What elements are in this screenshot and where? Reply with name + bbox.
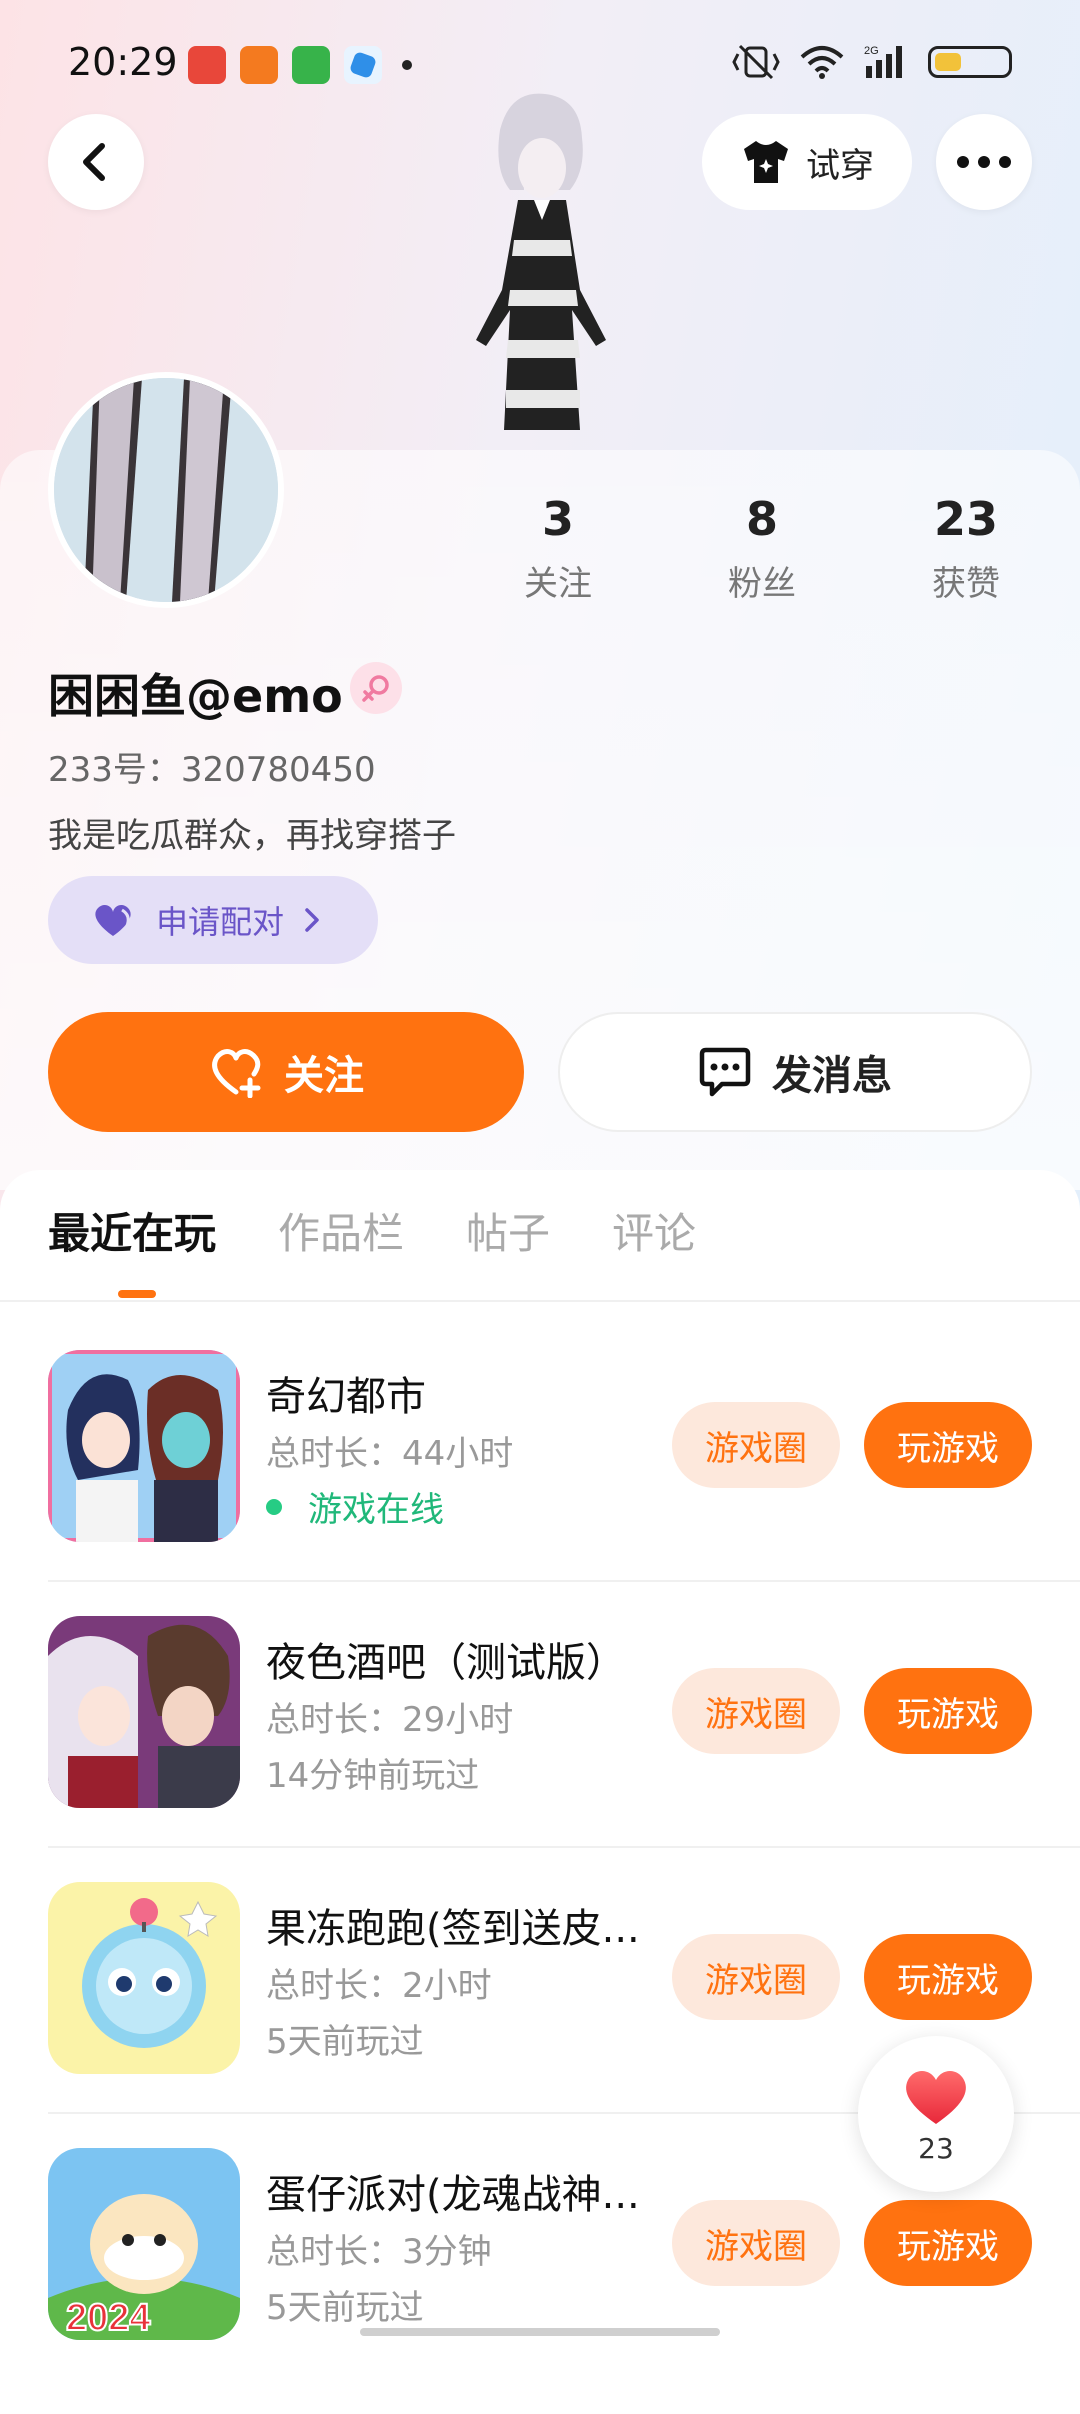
game-last-played: 5天前玩过 xyxy=(266,2288,424,2328)
game-icon: 2024 xyxy=(48,2148,240,2340)
heart-plus-icon xyxy=(212,1049,261,1098)
avatar-image xyxy=(54,378,278,602)
stat-label: 粉丝 xyxy=(728,564,796,604)
chevron-left-icon xyxy=(83,143,105,181)
stat-likes[interactable]: 23 获赞 xyxy=(886,492,1046,605)
svg-text:2G: 2G xyxy=(864,45,879,57)
game-list-item[interactable]: 夜色酒吧（测试版） 总时长：29小时 14分钟前玩过 游戏圈 玩游戏 xyxy=(48,1616,1080,1882)
home-indicator[interactable] xyxy=(360,2328,720,2336)
system-icons: 2G xyxy=(732,44,1012,80)
list-divider xyxy=(48,1846,1080,1848)
status-time: 20:29 xyxy=(68,40,178,84)
game-circle-button[interactable]: 游戏圈 xyxy=(672,1668,840,1754)
stat-label: 获赞 xyxy=(932,564,1000,604)
avatar-character-figure xyxy=(476,93,606,430)
user-bio: 我是吃瓜群众，再找穿搭子 xyxy=(48,816,456,856)
try-on-button[interactable]: 试穿 xyxy=(702,114,912,210)
game-duration: 总时长：44小时 xyxy=(266,1434,514,1474)
game-icon-year-text: 2024 xyxy=(66,2297,151,2339)
game-title: 果冻跑跑(签到送皮... xyxy=(266,1906,640,1952)
more-button[interactable] xyxy=(936,114,1032,210)
play-game-button[interactable]: 玩游戏 xyxy=(864,1668,1032,1754)
profile-avatar[interactable] xyxy=(48,372,284,608)
profile-tabs: 最近在玩 作品栏 帖子 评论 xyxy=(48,1200,696,1261)
vibrate-icon xyxy=(732,44,780,80)
notification-icons xyxy=(188,46,412,84)
game-online-status: 游戏在线 xyxy=(266,1482,444,1531)
play-game-button[interactable]: 玩游戏 xyxy=(864,1934,1032,2020)
apply-match-button[interactable]: 申请配对 xyxy=(48,876,378,964)
user-id: 233号：320780450 xyxy=(48,750,376,790)
game-circle-button[interactable]: 游戏圈 xyxy=(672,2200,840,2286)
game-title: 奇幻都市 xyxy=(266,1374,426,1420)
more-notifications-dot xyxy=(402,60,412,70)
stat-label: 关注 xyxy=(524,564,592,604)
send-message-button[interactable]: 发消息 xyxy=(558,1012,1032,1132)
online-dot-icon xyxy=(266,1498,282,1515)
game-last-played: 14分钟前玩过 xyxy=(266,1756,480,1796)
app-notification-icon xyxy=(344,46,382,84)
apply-match-label: 申请配对 xyxy=(156,903,285,941)
wifi-icon xyxy=(800,46,844,79)
game-title: 夜色酒吧（测试版） xyxy=(266,1640,626,1686)
stat-followers[interactable]: 8 粉丝 xyxy=(682,492,842,605)
active-tab-indicator xyxy=(118,1290,156,1298)
stat-number: 8 xyxy=(745,492,778,546)
chat-bubble-icon xyxy=(699,1047,751,1097)
battery-icon xyxy=(928,46,1012,78)
game-circle-button[interactable]: 游戏圈 xyxy=(672,1934,840,2020)
game-list-item[interactable]: 奇幻都市 总时长：44小时 游戏在线 游戏圈 玩游戏 xyxy=(48,1350,1080,1616)
like-count: 23 xyxy=(918,2131,954,2165)
chevron-right-icon xyxy=(305,908,319,932)
game-icon xyxy=(48,1882,240,2074)
play-game-button[interactable]: 玩游戏 xyxy=(864,2200,1032,2286)
heart-wings-icon xyxy=(95,905,131,936)
game-duration: 总时长：29小时 xyxy=(266,1700,514,1740)
game-icon xyxy=(48,1350,240,1542)
tab-works[interactable]: 作品栏 xyxy=(278,1200,404,1261)
try-on-label: 试穿 xyxy=(806,145,874,186)
game-title: 蛋仔派对(龙魂战神... xyxy=(266,2172,640,2218)
signal-icon: 2G xyxy=(864,45,902,78)
back-button[interactable] xyxy=(48,114,144,210)
game-last-played: 5天前玩过 xyxy=(266,2022,424,2062)
stat-number: 3 xyxy=(541,492,574,546)
female-gender-icon xyxy=(350,662,402,714)
profile-name: 困困鱼@emo xyxy=(48,669,343,723)
follow-label: 关注 xyxy=(284,1053,364,1099)
game-duration: 总时长：2小时 xyxy=(266,1966,492,2006)
app-notification-icon xyxy=(292,46,330,84)
list-divider xyxy=(48,1580,1080,1582)
tab-recently-played[interactable]: 最近在玩 xyxy=(48,1200,216,1261)
more-dots-icon xyxy=(957,156,1011,168)
stat-number: 23 xyxy=(933,492,998,546)
heart-icon xyxy=(906,2070,966,2124)
app-notification-icon xyxy=(188,46,226,84)
online-status-label: 游戏在线 xyxy=(308,1490,444,1530)
tshirt-icon xyxy=(744,141,788,183)
play-game-button[interactable]: 玩游戏 xyxy=(864,1402,1032,1488)
tab-posts[interactable]: 帖子 xyxy=(466,1200,550,1261)
game-icon xyxy=(48,1616,240,1808)
send-message-label: 发消息 xyxy=(772,1053,892,1099)
stat-following[interactable]: 3 关注 xyxy=(478,492,638,605)
tab-comments[interactable]: 评论 xyxy=(612,1200,696,1261)
floating-like-button[interactable]: 23 xyxy=(858,2036,1014,2192)
follow-button[interactable]: 关注 xyxy=(48,1012,524,1132)
game-duration: 总时长：3分钟 xyxy=(266,2232,492,2272)
game-circle-button[interactable]: 游戏圈 xyxy=(672,1402,840,1488)
tabs-divider xyxy=(0,1300,1080,1302)
app-notification-icon xyxy=(240,46,278,84)
